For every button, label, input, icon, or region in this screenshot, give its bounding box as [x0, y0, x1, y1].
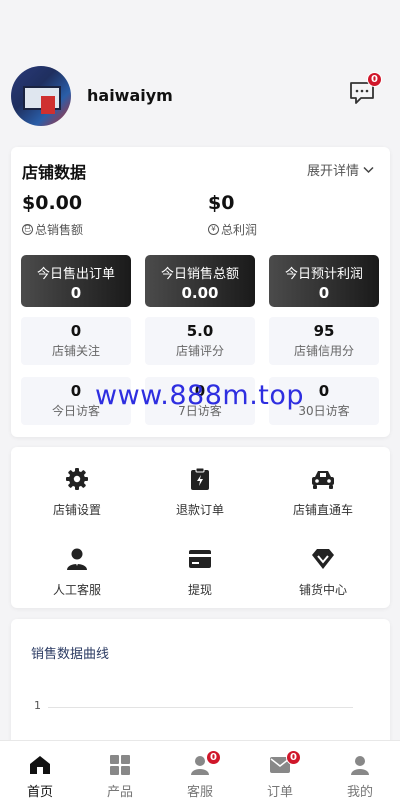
today-sales-label: 今日销售总额: [160, 267, 239, 282]
tab-label: 客服: [186, 785, 213, 800]
store-credit-box: 95 店铺信用分: [269, 317, 379, 365]
expand-details-label: 展开详情: [306, 164, 359, 179]
store-follows-label: 店铺关注: [51, 344, 100, 358]
today-profit-value: 0: [318, 284, 330, 302]
total-sales-value: $0.00: [22, 192, 83, 214]
store-rating-box: 5.0 店铺评分: [145, 317, 255, 365]
avatar-image-accent: [41, 96, 55, 114]
car-icon: [312, 471, 334, 489]
store-credit-label: 店铺信用分: [293, 344, 354, 358]
tab-products[interactable]: 产品: [80, 741, 160, 800]
menu-item-store-settings[interactable]: 店铺设置: [17, 466, 137, 518]
total-profit-value: $0: [208, 192, 235, 214]
menu-item-withdraw[interactable]: 提现: [140, 546, 260, 598]
menu-item-label: 人工客服: [52, 583, 101, 597]
menu-item-label: 退款订单: [175, 503, 224, 517]
menu-item-label: 店铺设置: [52, 503, 101, 517]
total-sales-label: 总销售额: [35, 223, 84, 237]
tab-home[interactable]: 首页: [0, 741, 80, 800]
tab-label: 订单: [266, 785, 293, 800]
gear-icon: [66, 468, 88, 490]
service-badge: 0: [206, 750, 221, 765]
home-icon: [30, 756, 50, 774]
chevron-down-icon: [363, 166, 374, 173]
store-credit-value: 95: [313, 322, 335, 340]
message-badge: 0: [367, 72, 382, 87]
tab-service[interactable]: 0 客服: [160, 741, 240, 800]
total-profit-label: 总利润: [221, 223, 258, 237]
total-sales-label-row: 巳 总销售额: [22, 221, 83, 238]
card-icon: [189, 550, 211, 568]
grid-icon: [110, 755, 130, 775]
tab-orders[interactable]: 0 订单: [240, 741, 320, 800]
avatar[interactable]: [11, 66, 71, 126]
total-profit-label-row: ¥ 总利润: [208, 221, 257, 238]
sales-chart-card: 销售数据曲线 1: [11, 619, 390, 759]
tab-label: 产品: [106, 785, 133, 800]
watermark: www.888m.top: [95, 380, 305, 411]
today-profit-box: 今日预计利润 0: [269, 255, 379, 307]
y-axis-tick: 1: [34, 699, 41, 712]
yen-icon: ¥: [208, 224, 219, 235]
today-orders-label: 今日售出订单: [36, 267, 115, 282]
menu-item-label: 铺货中心: [298, 583, 347, 597]
today-orders-value: 0: [70, 284, 82, 302]
username: haiwaiym: [87, 86, 173, 105]
tab-label: 我的: [346, 785, 373, 800]
today-orders-box: 今日售出订单 0: [21, 255, 131, 307]
tab-label: 首页: [26, 785, 53, 800]
shortcut-menu-card: 店铺设置 退款订单 店铺直通车 人工客服 提现 铺货中心: [11, 447, 390, 608]
user-icon: [351, 756, 369, 775]
store-data-title: 店铺数据: [22, 163, 87, 182]
store-rating-value: 5.0: [186, 322, 214, 340]
expand-details-button[interactable]: 展开详情: [307, 160, 374, 179]
today-profit-label: 今日预计利润: [284, 267, 363, 282]
refund-clipboard-icon: [191, 467, 209, 490]
today-sales-box: 今日销售总额 0.00: [145, 255, 255, 307]
menu-item-refund-orders[interactable]: 退款订单: [140, 466, 260, 518]
store-follows-value: 0: [70, 322, 82, 340]
bottom-tab-bar: 首页 产品 0 客服 0 订单 我的: [0, 740, 400, 800]
today-sales-value: 0.00: [181, 284, 219, 302]
sales-icon: 巳: [22, 224, 33, 235]
diamond-icon: [312, 549, 334, 569]
message-button[interactable]: 0: [349, 72, 382, 105]
menu-item-label: 店铺直通车: [292, 503, 353, 517]
menu-item-distribution-center[interactable]: 铺货中心: [263, 546, 383, 598]
menu-item-store-promotion[interactable]: 店铺直通车: [263, 466, 383, 518]
menu-item-label: 提现: [187, 583, 212, 597]
header: haiwaiym 0: [0, 0, 400, 140]
tab-profile[interactable]: 我的: [320, 741, 400, 800]
store-rating-label: 店铺评分: [175, 344, 224, 358]
agent-icon: [67, 548, 87, 570]
orders-badge: 0: [286, 750, 301, 765]
menu-item-customer-service[interactable]: 人工客服: [17, 546, 137, 598]
store-follows-box: 0 店铺关注: [21, 317, 131, 365]
sales-chart-title: 销售数据曲线: [31, 647, 110, 662]
chart-gridline: [48, 707, 353, 708]
